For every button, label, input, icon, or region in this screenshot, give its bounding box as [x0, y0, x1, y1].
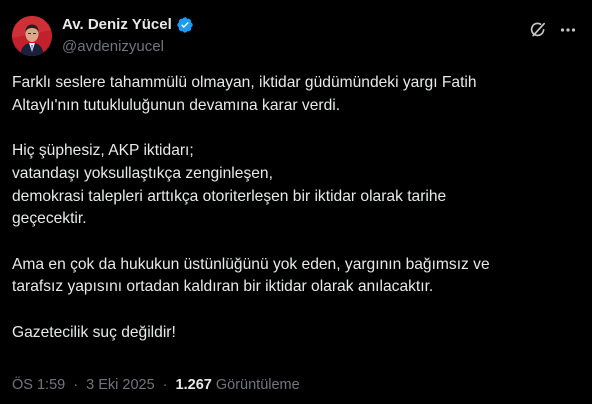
separator: · [73, 377, 79, 393]
tweet-header: Av. Deniz Yücel @avdenizyucel [12, 14, 580, 62]
tweet-line: geçecektir. [12, 210, 87, 228]
views-count: 1.267 [175, 377, 212, 393]
tweet-date[interactable]: 3 Eki 2025 [86, 377, 155, 393]
avatar[interactable] [12, 16, 52, 56]
grok-icon[interactable] [528, 20, 548, 40]
tweet-paragraph: Ama en çok da hukukun üstünlüğünü yok ed… [12, 254, 580, 299]
author-info: Av. Deniz Yücel @avdenizyucel [62, 15, 194, 57]
tweet-text: Farklı seslere tahammülü olmayan, iktida… [12, 72, 580, 367]
tweet-line: demokrasi talepleri arttıkça otoriterleş… [12, 187, 447, 205]
tweet-line: vatandaşı yoksullaştıkça zenginleşen, [12, 164, 273, 182]
verified-badge-icon[interactable] [176, 16, 194, 34]
tweet-paragraph: Hiç şüphesiz, AKP iktidarı; vatandaşı yo… [12, 140, 580, 231]
tweet-paragraph: Farklı seslere tahammülü olmayan, iktida… [12, 72, 580, 117]
handle[interactable]: @avdenizyucel [62, 37, 194, 57]
tweet-line: tarafsız yapısını ortadan kaldıran bir i… [12, 278, 434, 296]
tweet-time[interactable]: ÖS 1:59 [12, 377, 65, 393]
tweet-line: Hiç şüphesiz, AKP iktidarı; [12, 142, 194, 160]
tweet-paragraph: Gazetecilik suç değildir! [12, 322, 580, 345]
tweet: Av. Deniz Yücel @avdenizyucel Farklı ses… [0, 0, 592, 404]
tweet-meta: ÖS 1:59 · 3 Eki 2025 · 1.267 Görüntüleme [12, 375, 300, 395]
tweet-line: Farklı seslere tahammülü olmayan, iktida… [12, 74, 477, 91]
display-name[interactable]: Av. Deniz Yücel [62, 15, 172, 35]
views-label: Görüntüleme [215, 377, 300, 393]
separator: · [162, 377, 168, 393]
tweet-line: Altaylı'nın tutukluluğunun devamına kara… [12, 96, 341, 114]
display-name-row: Av. Deniz Yücel [62, 15, 194, 35]
tweet-line: Ama en çok da hukukun üstünlüğünü yok ed… [12, 255, 490, 273]
more-icon[interactable] [558, 20, 578, 40]
profile-photo-icon [12, 16, 52, 56]
tweet-line: Gazetecilik suç değildir! [12, 323, 176, 341]
